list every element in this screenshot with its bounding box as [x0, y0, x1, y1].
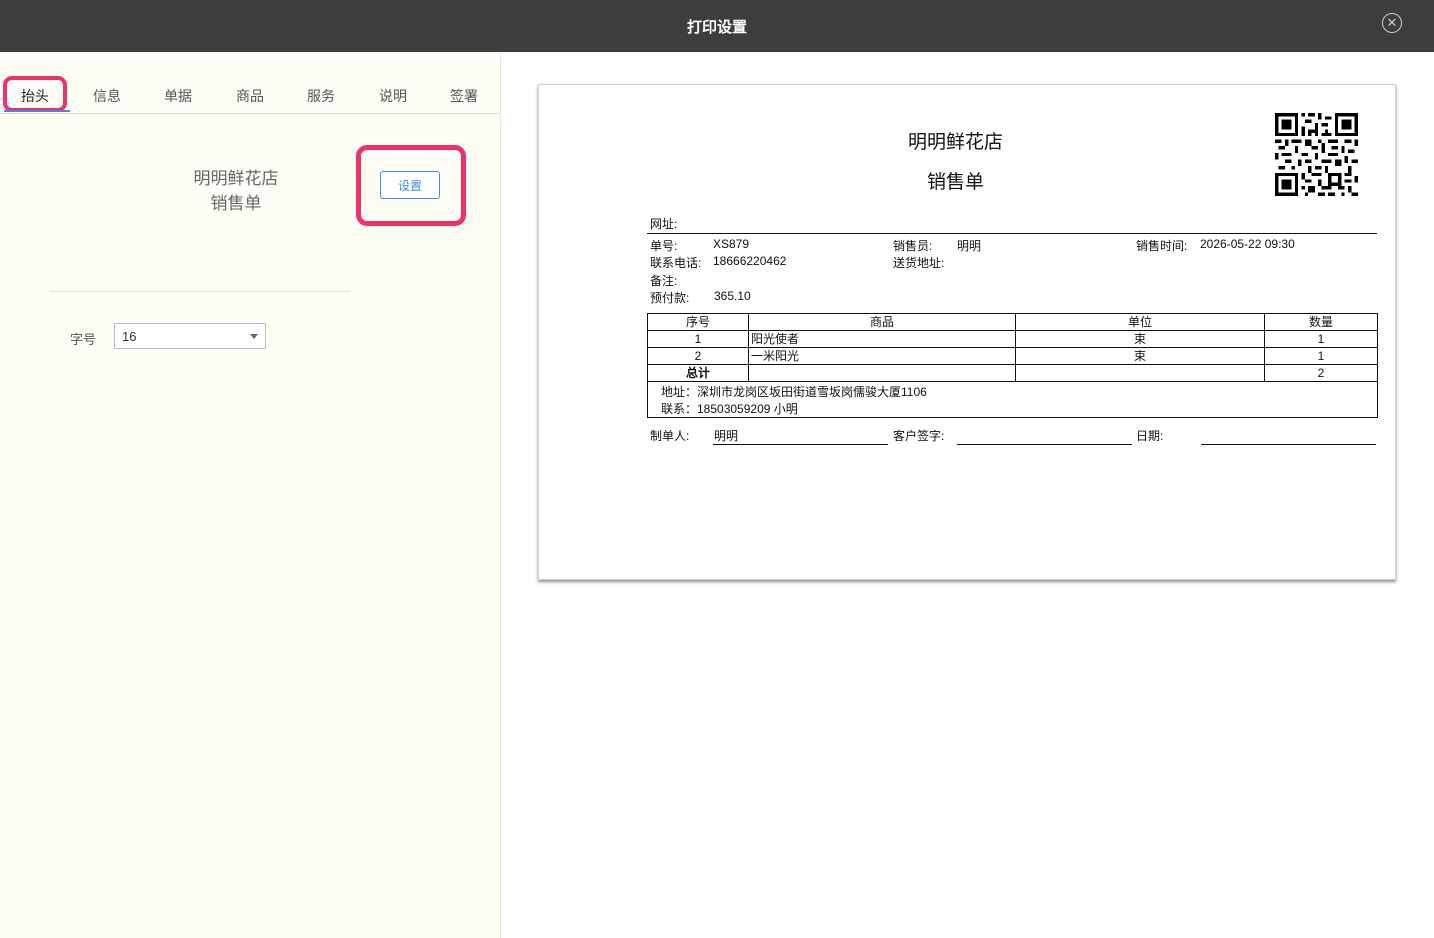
tab-goods[interactable]: 商品 — [236, 86, 264, 106]
font-size-value: 16 — [122, 329, 137, 344]
table-cell: 1 — [647, 330, 749, 348]
address-line: 地址：深圳市龙岗区坂田街道雪坂岗儒骏大厦1106 — [661, 385, 927, 399]
table-cell: 束 — [1015, 347, 1265, 365]
active-tab-indicator — [4, 110, 70, 112]
preview-doc-title: 销售单 — [926, 172, 984, 193]
qr-code-icon — [1275, 113, 1358, 196]
table-total-row: 总计 2 — [647, 364, 1378, 382]
remark-label: 备注: — [650, 274, 678, 288]
maker-value: 明明 — [714, 429, 739, 443]
signature-label: 客户签字: — [893, 429, 945, 443]
date-label: 日期: — [1136, 429, 1164, 443]
settings-panel: 抬头 信息 单据 商品 服务 说明 签署 明明鲜花店 销售单 设置 字号 16 — [0, 52, 501, 938]
tab-signature[interactable]: 签署 — [450, 86, 478, 106]
salesperson-value: 明明 — [957, 239, 982, 253]
font-size-label: 字号 — [70, 332, 97, 347]
signature-line — [957, 444, 1132, 445]
tab-notes[interactable]: 说明 — [379, 86, 407, 106]
table-header-cell: 序号 — [647, 313, 749, 331]
table-header-cell: 单位 — [1015, 313, 1265, 331]
address-box: 地址：深圳市龙岗区坂田街道雪坂岗儒骏大厦1106 联系：18503059209 … — [647, 382, 1378, 418]
prepaid-label: 预付款: — [650, 291, 690, 305]
tab-bar: 抬头 信息 单据 商品 服务 说明 签署 — [0, 52, 500, 114]
font-size-select[interactable]: 16 — [114, 323, 266, 349]
chevron-down-icon — [250, 334, 258, 339]
goods-table: 序号 商品 单位 数量 1 阳光使者 束 1 2 一米阳光 束 1 总计 2 — [647, 313, 1378, 382]
table-total-qty: 2 — [1264, 364, 1378, 382]
table-cell — [748, 364, 1016, 382]
phone-label: 联系电话: — [650, 256, 702, 270]
prepaid-value: 365.10 — [714, 289, 751, 303]
table-total-label: 总计 — [647, 364, 749, 382]
tab-document[interactable]: 单据 — [164, 86, 192, 106]
table-header-cell: 数量 — [1264, 313, 1378, 331]
sale-time-label: 销售时间: — [1136, 239, 1188, 253]
table-row: 1 阳光使者 束 1 — [647, 330, 1378, 348]
print-preview-paper: 明明鲜花店 销售单 网址: 单号: XS879 销售员: 明明 销售时间: 20… — [538, 84, 1396, 580]
sale-time-value: 2026-05-22 09:30 — [1200, 237, 1295, 251]
divider — [50, 291, 350, 292]
table-cell: 阳光使者 — [748, 330, 1016, 348]
table-cell — [1015, 364, 1265, 382]
date-line — [1201, 444, 1376, 445]
table-cell: 2 — [647, 347, 749, 365]
tab-service[interactable]: 服务 — [307, 86, 335, 106]
tab-info[interactable]: 信息 — [93, 86, 121, 106]
order-no-value: XS879 — [713, 237, 750, 251]
contact-line: 联系：18503059209 小明 — [661, 402, 798, 416]
window-title: 打印设置 — [686, 19, 747, 36]
header-preview: 明明鲜花店 销售单 — [100, 166, 372, 216]
table-header-cell: 商品 — [748, 313, 1016, 331]
website-label: 网址: — [650, 217, 678, 231]
table-row: 2 一米阳光 束 1 — [647, 347, 1378, 365]
table-cell: 一米阳光 — [748, 347, 1016, 365]
table-cell: 束 — [1015, 330, 1265, 348]
table-cell: 1 — [1264, 347, 1378, 365]
tab-header[interactable]: 抬头 — [21, 86, 49, 106]
header-store-name: 明明鲜花店 — [193, 169, 279, 188]
close-icon[interactable]: ✕ — [1382, 13, 1402, 33]
table-header-row: 序号 商品 单位 数量 — [647, 313, 1378, 331]
maker-line — [713, 444, 888, 445]
settings-button[interactable]: 设置 — [380, 171, 440, 199]
phone-value: 18666220462 — [713, 254, 787, 268]
header-doc-title: 销售单 — [210, 194, 262, 213]
divider — [647, 233, 1377, 234]
table-cell: 1 — [1264, 330, 1378, 348]
order-no-label: 单号: — [650, 239, 678, 253]
preview-store-name: 明明鲜花店 — [907, 132, 1003, 153]
maker-label: 制单人: — [650, 429, 690, 443]
salesperson-label: 销售员: — [893, 239, 933, 253]
title-bar: 打印设置 ✕ — [0, 0, 1434, 52]
delivery-address-label: 送货地址: — [893, 256, 945, 270]
